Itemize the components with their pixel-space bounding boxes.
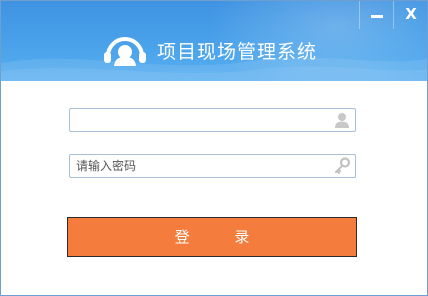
close-button[interactable]: X xyxy=(393,1,427,29)
headset-logo-icon xyxy=(104,37,146,66)
key-icon xyxy=(335,157,351,174)
app-title: 项目现场管理系统 xyxy=(157,41,318,63)
login-button-label: 登 录 xyxy=(174,228,270,246)
password-input[interactable] xyxy=(70,155,331,177)
close-icon: X xyxy=(405,5,417,23)
user-icon xyxy=(335,113,349,128)
minimize-button[interactable] xyxy=(359,1,394,29)
minimize-icon xyxy=(371,15,383,18)
login-window: X 项目现场管理系统 登 录 xyxy=(0,0,428,296)
login-button[interactable]: 登 录 xyxy=(67,217,357,257)
password-field xyxy=(69,154,356,178)
username-input[interactable] xyxy=(70,109,331,131)
header-banner: X 项目现场管理系统 xyxy=(1,1,427,81)
username-field xyxy=(69,108,356,132)
